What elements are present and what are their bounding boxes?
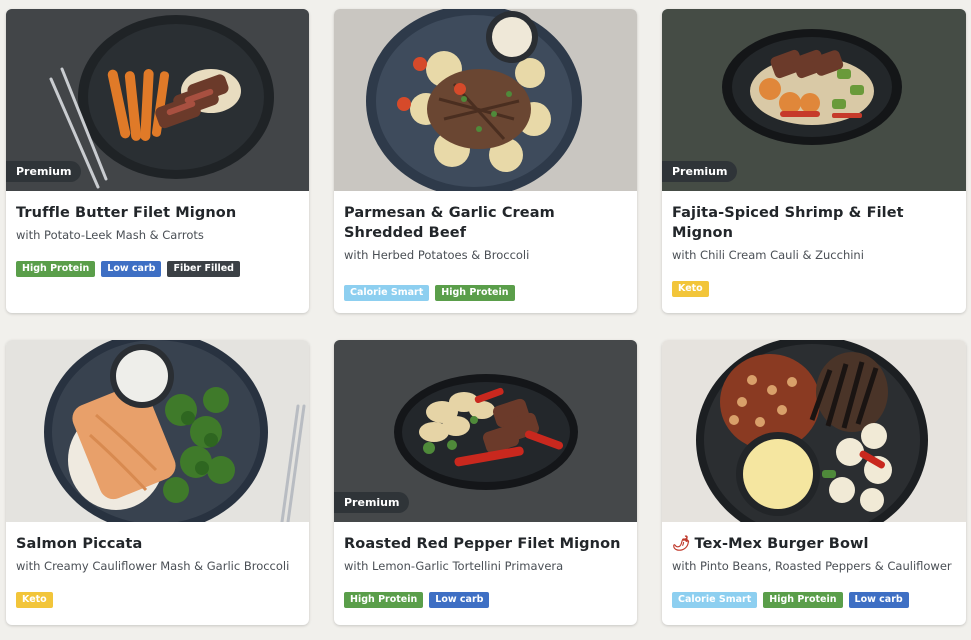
meal-title[interactable]: Roasted Red Pepper Filet Mignon — [344, 534, 627, 554]
meal-title[interactable]: Truffle Butter Filet Mignon — [16, 203, 299, 223]
meal-title[interactable]: Fajita-Spiced Shrimp & Filet Mignon — [672, 203, 956, 243]
tag-keto: Keto — [16, 592, 53, 608]
tag-high-protein: High Protein — [435, 285, 515, 301]
tag-list: Keto — [16, 592, 299, 608]
tag-list: High Protein Low carb Fiber Filled — [16, 261, 299, 277]
meal-grid: Premium Truffle Butter Filet Mignon with… — [0, 0, 971, 640]
tag-low-carb: Low carb — [429, 592, 490, 608]
meal-photo[interactable]: Premium — [6, 9, 309, 191]
meal-subtitle: with Herbed Potatoes & Broccoli — [344, 248, 530, 262]
meal-title[interactable]: Parmesan & Garlic Cream Shredded Beef — [344, 203, 627, 243]
tag-calorie-smart: Calorie Smart — [672, 592, 758, 608]
meal-photo[interactable] — [334, 9, 637, 191]
meal-photo[interactable] — [6, 340, 309, 522]
meal-card-salmon-piccata[interactable]: Salmon Piccata with Creamy Cauliflower M… — [6, 340, 309, 625]
meal-card-fajita-spiced-shrimp-filet-mignon[interactable]: Premium Fajita-Spiced Shrimp & Filet Mig… — [662, 9, 966, 313]
meal-title[interactable]: Salmon Piccata — [16, 534, 299, 554]
tag-low-carb: Low carb — [101, 261, 162, 277]
tag-calorie-smart: Calorie Smart — [344, 285, 430, 301]
meal-card-roasted-red-pepper-filet-mignon[interactable]: Premium Roasted Red Pepper Filet Mignon … — [334, 340, 637, 625]
meal-photo[interactable]: Premium — [662, 9, 966, 191]
premium-badge: Premium — [334, 492, 410, 513]
meal-photo[interactable] — [662, 340, 966, 522]
tag-high-protein: High Protein — [763, 592, 843, 608]
meal-subtitle: with Creamy Cauliflower Mash & Garlic Br… — [16, 559, 290, 573]
tag-high-protein: High Protein — [344, 592, 424, 608]
meal-title-text: Tex-Mex Burger Bowl — [694, 536, 869, 552]
tag-list: Calorie Smart High Protein — [344, 285, 627, 301]
tag-list: Keto — [672, 281, 956, 297]
meal-subtitle: with Lemon-Garlic Tortellini Primavera — [344, 559, 564, 573]
meal-subtitle: with Potato-Leek Mash & Carrots — [16, 228, 204, 242]
tag-list: High Protein Low carb — [344, 592, 627, 608]
meal-photo[interactable]: Premium — [334, 340, 637, 522]
tag-low-carb: Low carb — [848, 592, 909, 608]
chili-pepper-icon: 🌶 — [672, 536, 691, 552]
premium-badge: Premium — [662, 161, 738, 182]
tag-list: Calorie Smart High Protein Low carb — [672, 592, 956, 608]
tag-high-protein: High Protein — [16, 261, 96, 277]
meal-card-parmesan-garlic-shredded-beef[interactable]: Parmesan & Garlic Cream Shredded Beef wi… — [334, 9, 637, 313]
tag-keto: Keto — [672, 281, 709, 297]
meal-subtitle: with Chili Cream Cauli & Zucchini — [672, 248, 864, 262]
premium-badge: Premium — [6, 161, 82, 182]
meal-card-tex-mex-burger-bowl[interactable]: 🌶 Tex-Mex Burger Bowl with Pinto Beans, R… — [662, 340, 966, 625]
meal-subtitle: with Pinto Beans, Roasted Peppers & Caul… — [672, 559, 952, 573]
meal-card-truffle-butter-filet-mignon[interactable]: Premium Truffle Butter Filet Mignon with… — [6, 9, 309, 313]
meal-title[interactable]: 🌶 Tex-Mex Burger Bowl — [672, 534, 956, 554]
tag-fiber-filled: Fiber Filled — [167, 261, 240, 277]
